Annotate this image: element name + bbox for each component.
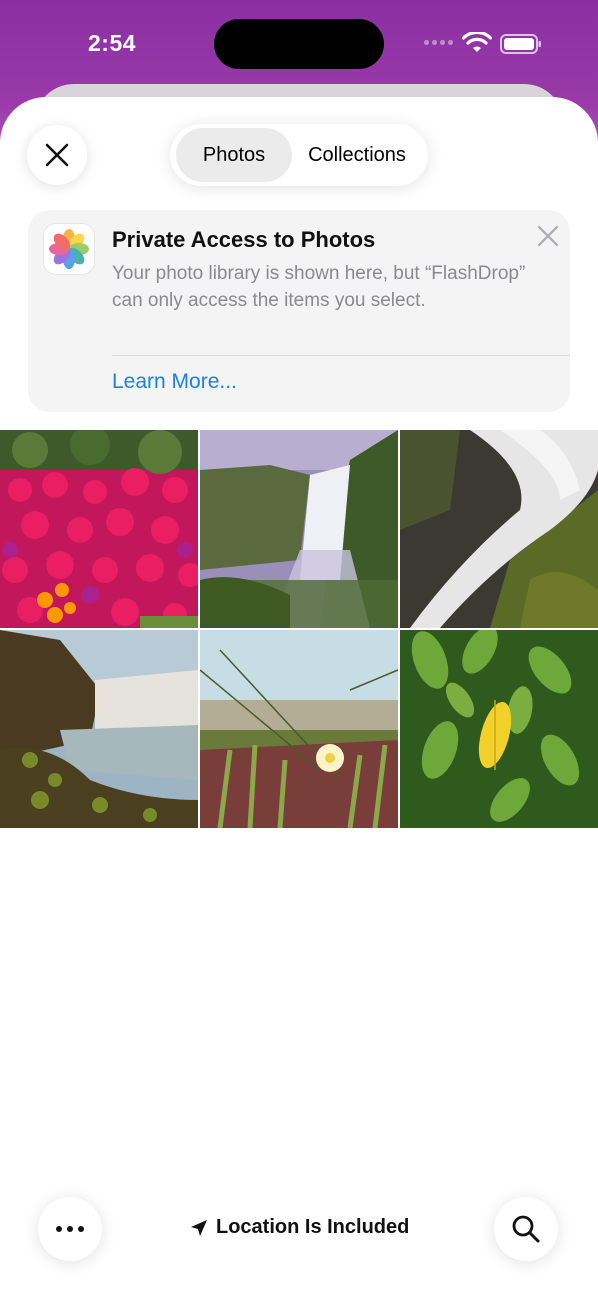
banner-divider bbox=[112, 355, 570, 356]
battery-icon bbox=[500, 34, 541, 54]
photo-thumbnail[interactable] bbox=[0, 430, 198, 628]
search-button[interactable] bbox=[494, 1197, 558, 1261]
close-button[interactable] bbox=[27, 125, 87, 185]
dynamic-island bbox=[214, 19, 384, 69]
banner-body: Your photo library is shown here, but “F… bbox=[112, 263, 526, 311]
photos-app-icon bbox=[44, 224, 94, 274]
location-toggle[interactable]: Location Is Included bbox=[190, 1216, 409, 1239]
photo-thumbnail[interactable] bbox=[400, 430, 598, 628]
location-arrow-icon bbox=[191, 1219, 207, 1236]
more-dot bbox=[78, 1226, 84, 1232]
more-dot bbox=[56, 1226, 62, 1232]
status-bar: 2:54 bbox=[0, 0, 598, 90]
status-time: 2:54 bbox=[88, 30, 137, 56]
photo-picker-sheet: Photos Collections Private Access to Pho… bbox=[0, 97, 598, 1300]
photo-thumbnail[interactable] bbox=[200, 430, 398, 628]
photo-thumbnail[interactable] bbox=[200, 630, 398, 828]
cellular-signal-icon bbox=[424, 40, 453, 45]
banner-title: Private Access to Photos bbox=[112, 227, 376, 252]
close-icon bbox=[45, 143, 69, 167]
wifi-icon bbox=[462, 32, 492, 52]
photo-thumbnail[interactable] bbox=[400, 630, 598, 828]
banner-close-icon[interactable] bbox=[536, 224, 560, 248]
private-access-banner: Private Access to Photos Your photo libr… bbox=[28, 210, 570, 412]
search-icon bbox=[512, 1215, 540, 1243]
photo-grid bbox=[0, 430, 598, 828]
tab-collections[interactable]: Collections bbox=[292, 128, 422, 182]
location-label: Location Is Included bbox=[216, 1216, 410, 1238]
more-dot bbox=[67, 1226, 73, 1232]
more-options-button[interactable] bbox=[38, 1197, 102, 1261]
learn-more-link[interactable]: Learn More... bbox=[112, 370, 237, 394]
picker-segmented-control: Photos Collections bbox=[170, 124, 428, 186]
tab-photos[interactable]: Photos bbox=[176, 128, 292, 182]
photo-thumbnail[interactable] bbox=[0, 630, 198, 828]
